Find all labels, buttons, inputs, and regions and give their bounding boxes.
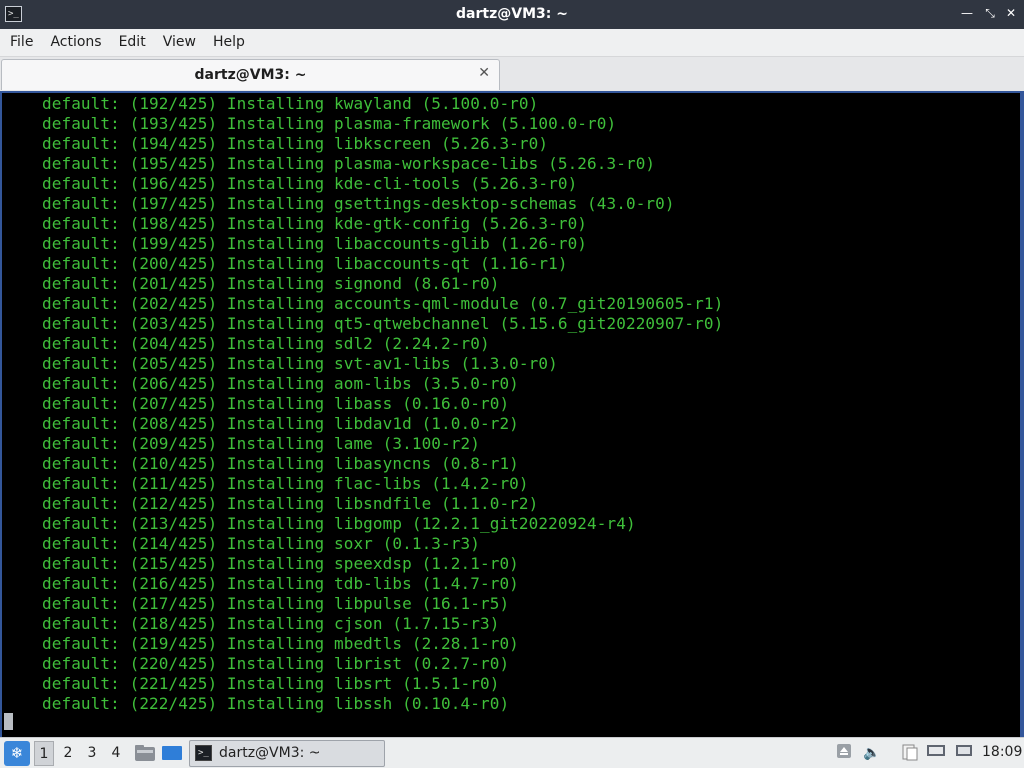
menu-view[interactable]: View [159, 29, 205, 56]
tab-bar: dartz@VM3: ~ ✕ [0, 57, 1024, 91]
terminal-line: default: (216/425) Installing tdb-libs (… [42, 574, 519, 593]
terminal-line: default: (194/425) Installing libkscreen… [42, 134, 549, 153]
lxqt-start-icon[interactable]: ❄ [4, 741, 30, 766]
menubar: File Actions Edit View Help [0, 29, 1024, 57]
workspace-2[interactable]: 2 [58, 741, 78, 766]
workspace-4[interactable]: 4 [106, 741, 126, 766]
menu-file[interactable]: File [6, 29, 42, 56]
tab-close-icon[interactable]: ✕ [478, 65, 490, 81]
maximize-icon[interactable]: ⤡ [983, 6, 997, 20]
terminal-line: default: (199/425) Installing libaccount… [42, 234, 588, 253]
menu-actions[interactable]: Actions [46, 29, 110, 56]
terminal-line: default: (202/425) Installing accounts-q… [42, 294, 724, 313]
terminal-scrollbar[interactable] [1020, 93, 1022, 737]
terminal-line: default: (220/425) Installing librist (0… [42, 654, 510, 673]
notification-icon[interactable] [954, 743, 974, 763]
menu-help[interactable]: Help [209, 29, 254, 56]
terminal-line: default: (208/425) Installing libdav1d (… [42, 414, 519, 433]
taskbar-clock[interactable]: 18:09 [982, 744, 1022, 760]
terminal-line: default: (205/425) Installing svt-av1-li… [42, 354, 558, 373]
terminal-task-icon: >_ [195, 745, 212, 761]
terminal-line: default: (201/425) Installing signond (8… [42, 274, 500, 293]
tab-terminal[interactable]: dartz@VM3: ~ ✕ [1, 59, 500, 90]
terminal-line: default: (196/425) Installing kde-cli-to… [42, 174, 578, 193]
terminal-cursor [4, 713, 13, 730]
terminal-line: default: (210/425) Installing libasyncns… [42, 454, 519, 473]
terminal-line: default: (198/425) Installing kde-gtk-co… [42, 214, 588, 233]
window-titlebar: >_ dartz@VM3: ~ — ⤡ ✕ [0, 0, 1024, 29]
terminal-output[interactable]: default: (192/425) Installing kwayland (… [0, 91, 1024, 737]
tab-label: dartz@VM3: ~ [194, 67, 307, 83]
taskbar-task-terminal[interactable]: >_ dartz@VM3: ~ [189, 740, 385, 767]
close-icon[interactable]: ✕ [1004, 6, 1018, 20]
volume-icon[interactable]: 🔈 [862, 743, 882, 763]
minimize-icon[interactable]: — [960, 6, 974, 20]
window-title: dartz@VM3: ~ [456, 6, 568, 22]
terminal-line: default: (200/425) Installing libaccount… [42, 254, 568, 273]
terminal-line: default: (206/425) Installing aom-libs (… [42, 374, 519, 393]
terminal-line: default: (193/425) Installing plasma-fra… [42, 114, 617, 133]
file-manager-icon[interactable] [134, 743, 156, 763]
terminal-line: default: (207/425) Installing libass (0.… [42, 394, 510, 413]
taskbar: ❄ 1 2 3 4 >_ dartz@VM3: ~ 🔈 18:09 [0, 737, 1024, 768]
terminal-line: default: (217/425) Installing libpulse (… [42, 594, 510, 613]
terminal-line: default: (214/425) Installing soxr (0.1.… [42, 534, 480, 553]
terminal-line: default: (209/425) Installing lame (3.10… [42, 434, 480, 453]
terminal-line: default: (211/425) Installing flac-libs … [42, 474, 529, 493]
terminal-line: default: (203/425) Installing qt5-qtwebc… [42, 314, 724, 333]
terminal-line: default: (222/425) Installing libssh (0.… [42, 694, 510, 713]
terminal-line: default: (195/425) Installing plasma-wor… [42, 154, 656, 173]
terminal-line: default: (215/425) Installing speexdsp (… [42, 554, 519, 573]
workspace-3[interactable]: 3 [82, 741, 102, 766]
menu-edit[interactable]: Edit [115, 29, 155, 56]
terminal-line: default: (212/425) Installing libsndfile… [42, 494, 539, 513]
workspace-1[interactable]: 1 [34, 741, 54, 766]
show-desktop-icon[interactable] [161, 743, 183, 763]
terminal-line: default: (221/425) Installing libsrt (1.… [42, 674, 500, 693]
taskbar-task-label: dartz@VM3: ~ [219, 745, 321, 761]
terminal-line: default: (218/425) Installing cjson (1.7… [42, 614, 500, 633]
terminal-lines: default: (192/425) Installing kwayland (… [42, 94, 723, 714]
terminal-line: default: (204/425) Installing sdl2 (2.24… [42, 334, 490, 353]
terminal-line: default: (213/425) Installing libgomp (1… [42, 514, 636, 533]
network-icon[interactable] [926, 743, 946, 763]
clipboard-icon[interactable] [900, 743, 920, 763]
terminal-line: default: (219/425) Installing mbedtls (2… [42, 634, 519, 653]
terminal-line: default: (197/425) Installing gsettings-… [42, 194, 675, 213]
eject-icon[interactable] [834, 743, 854, 763]
terminal-line: default: (192/425) Installing kwayland (… [42, 94, 539, 113]
